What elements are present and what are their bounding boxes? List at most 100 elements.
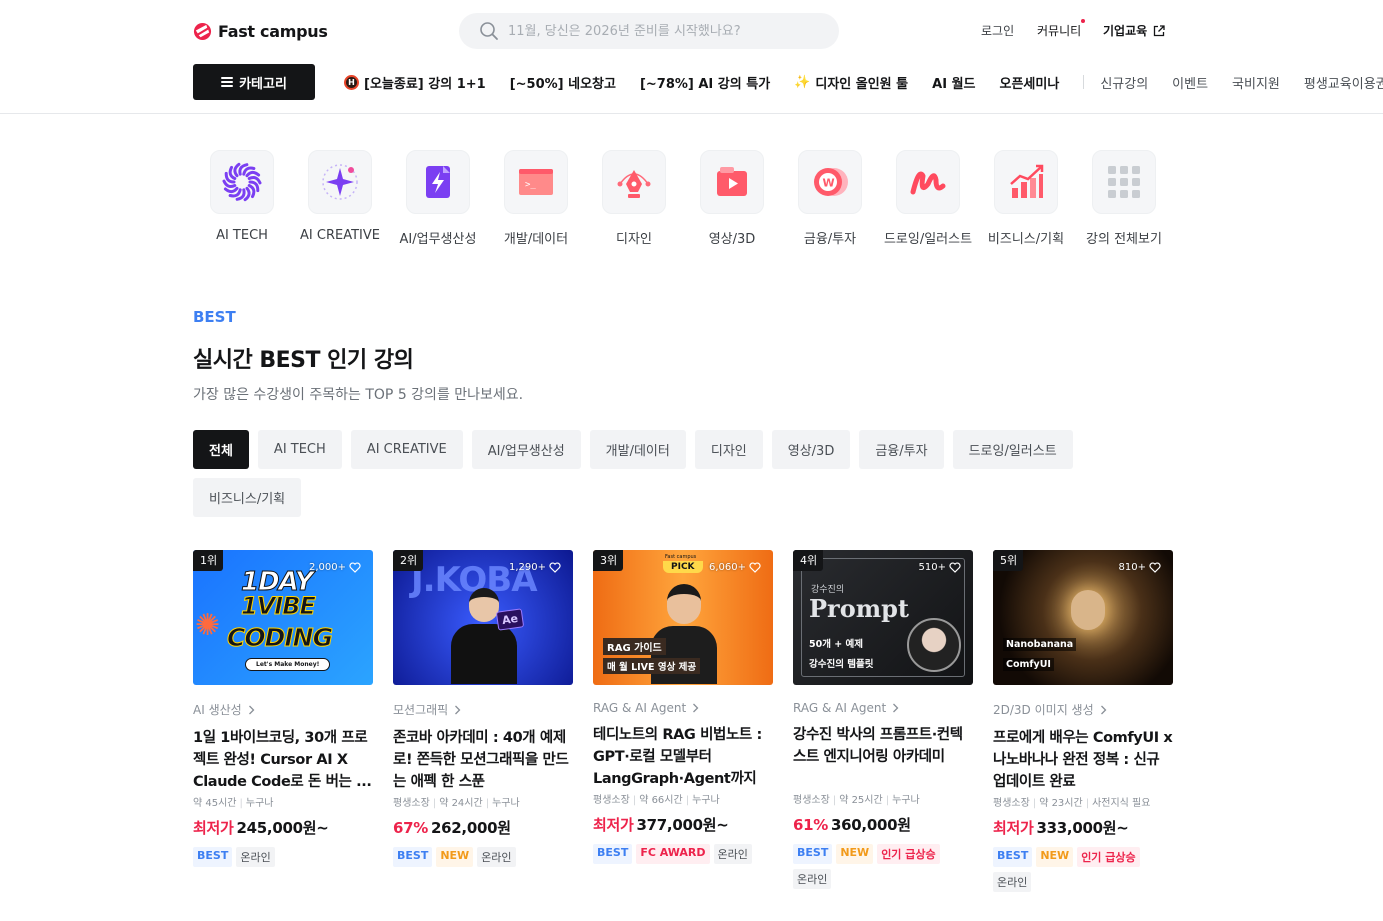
chevron-right-icon xyxy=(693,703,699,713)
category-drawing[interactable]: 드로잉/일러스트 xyxy=(879,150,977,247)
course-thumbnail[interactable]: Fast campus PICK RAG 가이드 매 월 LIVE 영상 제공 3위 6,… xyxy=(593,550,773,685)
filter-chip[interactable]: AI CREATIVE xyxy=(350,430,463,469)
tag-new: NEW xyxy=(836,844,874,864)
course-thumbnail[interactable]: 강수진의 Prompt 50개 + 예제 강수진의 템플릿 4위 510+ xyxy=(793,550,973,685)
category-video-3d[interactable]: 영상/3D xyxy=(683,150,781,247)
course-thumbnail[interactable]: J.KOBA Ae 2위 1,290+ xyxy=(393,550,573,685)
external-link-icon xyxy=(1154,24,1165,36)
course-title[interactable]: 강수진 박사의 프롬프트·컨텍스트 엔지니어링 아카데미 xyxy=(793,724,973,790)
like-count[interactable]: 810+ xyxy=(1119,562,1161,573)
category-ai-productivity[interactable]: AI/업무생산성 xyxy=(389,150,487,247)
category-business[interactable]: 비즈니스/기획 xyxy=(977,150,1075,247)
search-input[interactable] xyxy=(508,23,808,39)
business-icon xyxy=(1010,164,1044,198)
category-ai-creative[interactable]: AI CREATIVE xyxy=(291,150,389,247)
nav-item[interactable]: [~78%] AI 강의 특가 xyxy=(640,73,770,92)
logo[interactable]: Fast campus xyxy=(193,18,328,44)
search-bar[interactable] xyxy=(459,13,839,49)
price-prefix: 최저가 xyxy=(993,819,1034,837)
meta-divider: | xyxy=(632,795,637,806)
course-category-link[interactable]: RAG & AI Agent xyxy=(793,701,973,715)
like-count[interactable]: 1,290+ xyxy=(509,562,561,573)
notification-dot xyxy=(1081,19,1085,23)
filter-chip[interactable]: AI/업무생산성 xyxy=(471,430,581,469)
filter-chip[interactable]: AI TECH xyxy=(257,430,342,469)
course-category-link[interactable]: AI 생산성 xyxy=(193,701,373,718)
tag-best: BEST xyxy=(993,847,1033,867)
category-dev-data[interactable]: >_ 개발/데이터 xyxy=(487,150,585,247)
nav-item[interactable]: H [오늘종료] 강의 1+1 xyxy=(344,73,486,92)
nav-item[interactable]: 이벤트 xyxy=(1172,73,1208,92)
filter-chip[interactable]: 비즈니스/기획 xyxy=(193,478,302,517)
fastcampus-logo-icon xyxy=(193,22,212,40)
heart-icon[interactable] xyxy=(349,562,361,573)
filter-chip[interactable]: 영상/3D xyxy=(771,430,851,469)
nav-item-label: [오늘종료] 강의 1+1 xyxy=(364,76,486,92)
corporate-link[interactable]: 기업교육 xyxy=(1103,22,1165,39)
heart-icon[interactable] xyxy=(549,562,561,573)
nav-item[interactable]: 오픈세미나 xyxy=(1000,73,1060,92)
nav-item[interactable]: 신규강의 xyxy=(1100,73,1148,92)
tag-best: BEST xyxy=(593,844,633,864)
meta-item: 약 24시간 xyxy=(439,798,483,809)
course-title[interactable]: 프로에게 배우는 ComfyUI x 나노바나나 완전 정복 : 신규 업데이트… xyxy=(993,727,1173,793)
course-title[interactable]: 테디노트의 RAG 비법노트 : GPT·로컬 모델부터 LangGraph·A… xyxy=(593,724,773,790)
filter-chip[interactable]: 개발/데이터 xyxy=(589,430,686,469)
tag-hot: 인기 급상승 xyxy=(1077,847,1140,867)
filter-chip[interactable]: 금융/투자 xyxy=(859,430,944,469)
rank-badge: 5위 xyxy=(993,550,1024,571)
course-category-link[interactable]: 2D/3D 이미지 생성 xyxy=(993,701,1173,718)
menu-icon xyxy=(221,77,234,87)
meta-divider: | xyxy=(239,798,243,809)
meta-divider: | xyxy=(1032,798,1037,809)
filter-chip[interactable]: 전체 xyxy=(193,430,249,469)
heart-icon[interactable] xyxy=(1149,562,1161,573)
course-title[interactable]: 1일 1바이브코딩, 30개 프로젝트 완성! Cursor AI X Clau… xyxy=(193,727,373,793)
like-count[interactable]: 6,060+ xyxy=(709,562,761,573)
search-icon xyxy=(480,22,498,40)
nav-item[interactable]: ✨ 디자인 올인원 툴 xyxy=(794,73,908,92)
course-card[interactable]: J.KOBA Ae 2위 1,290+ 모션그래픽존코바 아카데미 : 40개 예제로!… xyxy=(393,550,573,892)
course-card[interactable]: Nanobanana ComfyUI 5위 810+ 2D/3D 이미지 생성 프로에게 … xyxy=(993,550,1173,892)
category-button[interactable]: 카테고리 xyxy=(193,64,315,100)
ai-creative-icon xyxy=(322,164,358,200)
price-value: 360,000원 xyxy=(831,816,911,834)
nav-item-label: 이벤트 xyxy=(1172,76,1209,92)
category-icon-box xyxy=(896,150,960,214)
course-category-link[interactable]: RAG & AI Agent xyxy=(593,701,773,715)
course-tags: BEST NEW 인기 급상승 온라인 xyxy=(993,847,1173,892)
login-link[interactable]: 로그인 xyxy=(981,22,1014,39)
course-category-link[interactable]: 모션그래픽 xyxy=(393,701,573,718)
category-label: 강의 전체보기 xyxy=(1086,232,1162,247)
course-card[interactable]: 1DAY 1VIBE CODING Let's Make Money! ✺ 1위 2,000… xyxy=(193,550,373,892)
sparkle-icon: ✨ xyxy=(794,74,811,90)
meta-divider: | xyxy=(432,798,437,809)
nav-item[interactable]: 국비지원 xyxy=(1232,73,1280,92)
category-finance[interactable]: W 금융/투자 xyxy=(781,150,879,247)
category-design[interactable]: 디자인 xyxy=(585,150,683,247)
course-thumbnail[interactable]: 1DAY 1VIBE CODING Let's Make Money! ✺ 1위 2,000… xyxy=(193,550,373,685)
course-title[interactable]: 존코바 아카데미 : 40개 예제로! 쫀득한 모션그래픽을 만드는 애펙 한 … xyxy=(393,727,573,793)
filter-chip[interactable]: 드로잉/일러스트 xyxy=(952,430,1073,469)
course-card[interactable]: Fast campus PICK RAG 가이드 매 월 LIVE 영상 제공 3위 6,… xyxy=(593,550,773,892)
heart-icon[interactable] xyxy=(749,562,761,573)
nav-item[interactable]: AI 월드 xyxy=(932,73,975,92)
nav-item[interactable]: [~50%] 네오창고 xyxy=(510,73,616,92)
course-card[interactable]: 강수진의 Prompt 50개 + 예제 강수진의 템플릿 4위 510+ RAG & AI… xyxy=(793,550,973,892)
pick-badge: PICK xyxy=(663,561,703,573)
course-category: AI 생산성 xyxy=(193,703,242,717)
heart-icon[interactable] xyxy=(949,562,961,573)
course-category: RAG & AI Agent xyxy=(793,701,887,715)
like-count[interactable]: 510+ xyxy=(919,562,961,573)
nav-item[interactable]: 평생교육이용권 xyxy=(1304,73,1383,92)
category-grid[interactable]: 강의 전체보기 xyxy=(1075,150,1173,247)
course-thumbnail[interactable]: Nanobanana ComfyUI 5위 810+ xyxy=(993,550,1173,685)
course-price: 최저가 333,000원~ xyxy=(993,817,1173,838)
dev-data-icon: >_ xyxy=(519,169,553,195)
rank-badge: 1위 xyxy=(193,550,224,571)
filter-chip[interactable]: 디자인 xyxy=(694,430,763,469)
like-count[interactable]: 2,000+ xyxy=(309,562,361,573)
category-ai-tech[interactable]: AI TECH xyxy=(193,150,291,247)
rank-badge: 3위 xyxy=(593,550,624,571)
community-link[interactable]: 커뮤니티 xyxy=(1037,22,1081,39)
